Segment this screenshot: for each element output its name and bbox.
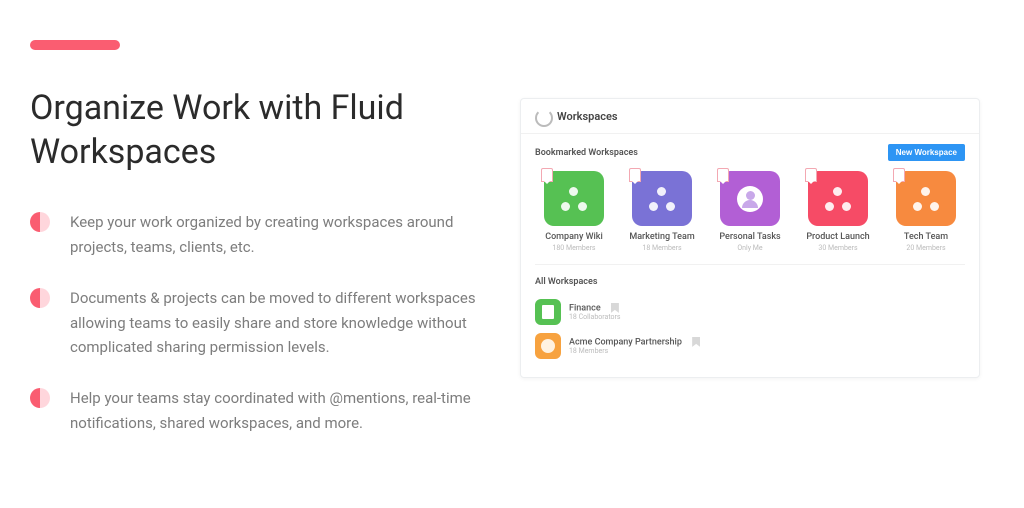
workspace-list-sub: 18 Collaborators (569, 313, 621, 321)
bookmark-flag-icon[interactable] (611, 303, 619, 313)
workspace-list-sub: 18 Members (569, 347, 700, 355)
workspace-card-title: Company Wiki (535, 232, 613, 242)
page-heading: Organize Work with Fluid Workspaces (30, 86, 495, 174)
bullet-text: Documents & projects can be moved to dif… (70, 286, 495, 360)
avatar-icon (737, 186, 763, 212)
workspace-list-title: Acme Company Partnership (569, 337, 682, 347)
workspace-card-icon (720, 171, 780, 226)
circle-icon (541, 339, 555, 353)
workspace-card-icon (808, 171, 868, 226)
workspace-card[interactable]: Marketing Team 18 Members (623, 171, 701, 252)
bookmark-ribbon-icon (541, 168, 553, 182)
panel-header: Workspaces (521, 99, 979, 134)
all-workspaces-heading: All Workspaces (535, 277, 965, 287)
bullet-text: Keep your work organized by creating wor… (70, 210, 495, 260)
bullet-icon (30, 388, 50, 408)
feature-bullet: Documents & projects can be moved to dif… (30, 286, 495, 360)
document-icon (542, 305, 554, 319)
workspace-card-title: Personal Tasks (711, 232, 789, 242)
bullet-text: Help your teams stay coordinated with @m… (70, 386, 495, 436)
bullet-icon (30, 288, 50, 308)
bookmarked-cards-row: Company Wiki 180 Members Marketing Team … (535, 171, 965, 265)
cluster-icon (825, 187, 851, 211)
workspace-card-sub: Only Me (711, 244, 789, 252)
cluster-icon (649, 187, 675, 211)
new-workspace-button[interactable]: New Workspace (888, 144, 965, 161)
workspace-card-icon (544, 171, 604, 226)
workspace-list-title: Finance (569, 303, 601, 313)
workspace-card-icon (632, 171, 692, 226)
workspace-list-item[interactable]: Finance 18 Collaborators (535, 295, 965, 329)
workspaces-icon (535, 109, 549, 123)
bookmark-ribbon-icon (717, 168, 729, 182)
bullet-icon (30, 212, 50, 232)
workspace-card[interactable]: Personal Tasks Only Me (711, 171, 789, 252)
bookmark-ribbon-icon (629, 168, 641, 182)
bookmark-ribbon-icon (893, 168, 905, 182)
workspace-card-icon (896, 171, 956, 226)
workspace-list-icon (535, 333, 561, 359)
feature-bullet: Help your teams stay coordinated with @m… (30, 386, 495, 436)
panel-title: Workspaces (557, 110, 618, 123)
workspace-card-title: Product Launch (799, 232, 877, 242)
bookmark-ribbon-icon (805, 168, 817, 182)
workspace-card-sub: 18 Members (623, 244, 701, 252)
cluster-icon (561, 187, 587, 211)
bookmark-flag-icon[interactable] (692, 337, 700, 347)
workspace-card[interactable]: Product Launch 30 Members (799, 171, 877, 252)
workspace-list-icon (535, 299, 561, 325)
workspace-card-sub: 20 Members (887, 244, 965, 252)
workspace-list-item[interactable]: Acme Company Partnership 18 Members (535, 329, 965, 363)
workspace-card-title: Tech Team (887, 232, 965, 242)
workspace-card-sub: 180 Members (535, 244, 613, 252)
workspace-card[interactable]: Company Wiki 180 Members (535, 171, 613, 252)
workspace-card[interactable]: Tech Team 20 Members (887, 171, 965, 252)
workspaces-panel: Workspaces Bookmarked Workspaces New Wor… (520, 98, 980, 378)
accent-bar (30, 40, 120, 50)
cluster-icon (913, 187, 939, 211)
feature-bullet: Keep your work organized by creating wor… (30, 210, 495, 260)
bookmarked-heading: Bookmarked Workspaces (535, 148, 638, 158)
workspace-card-sub: 30 Members (799, 244, 877, 252)
workspace-card-title: Marketing Team (623, 232, 701, 242)
feature-bullets: Keep your work organized by creating wor… (30, 210, 495, 435)
